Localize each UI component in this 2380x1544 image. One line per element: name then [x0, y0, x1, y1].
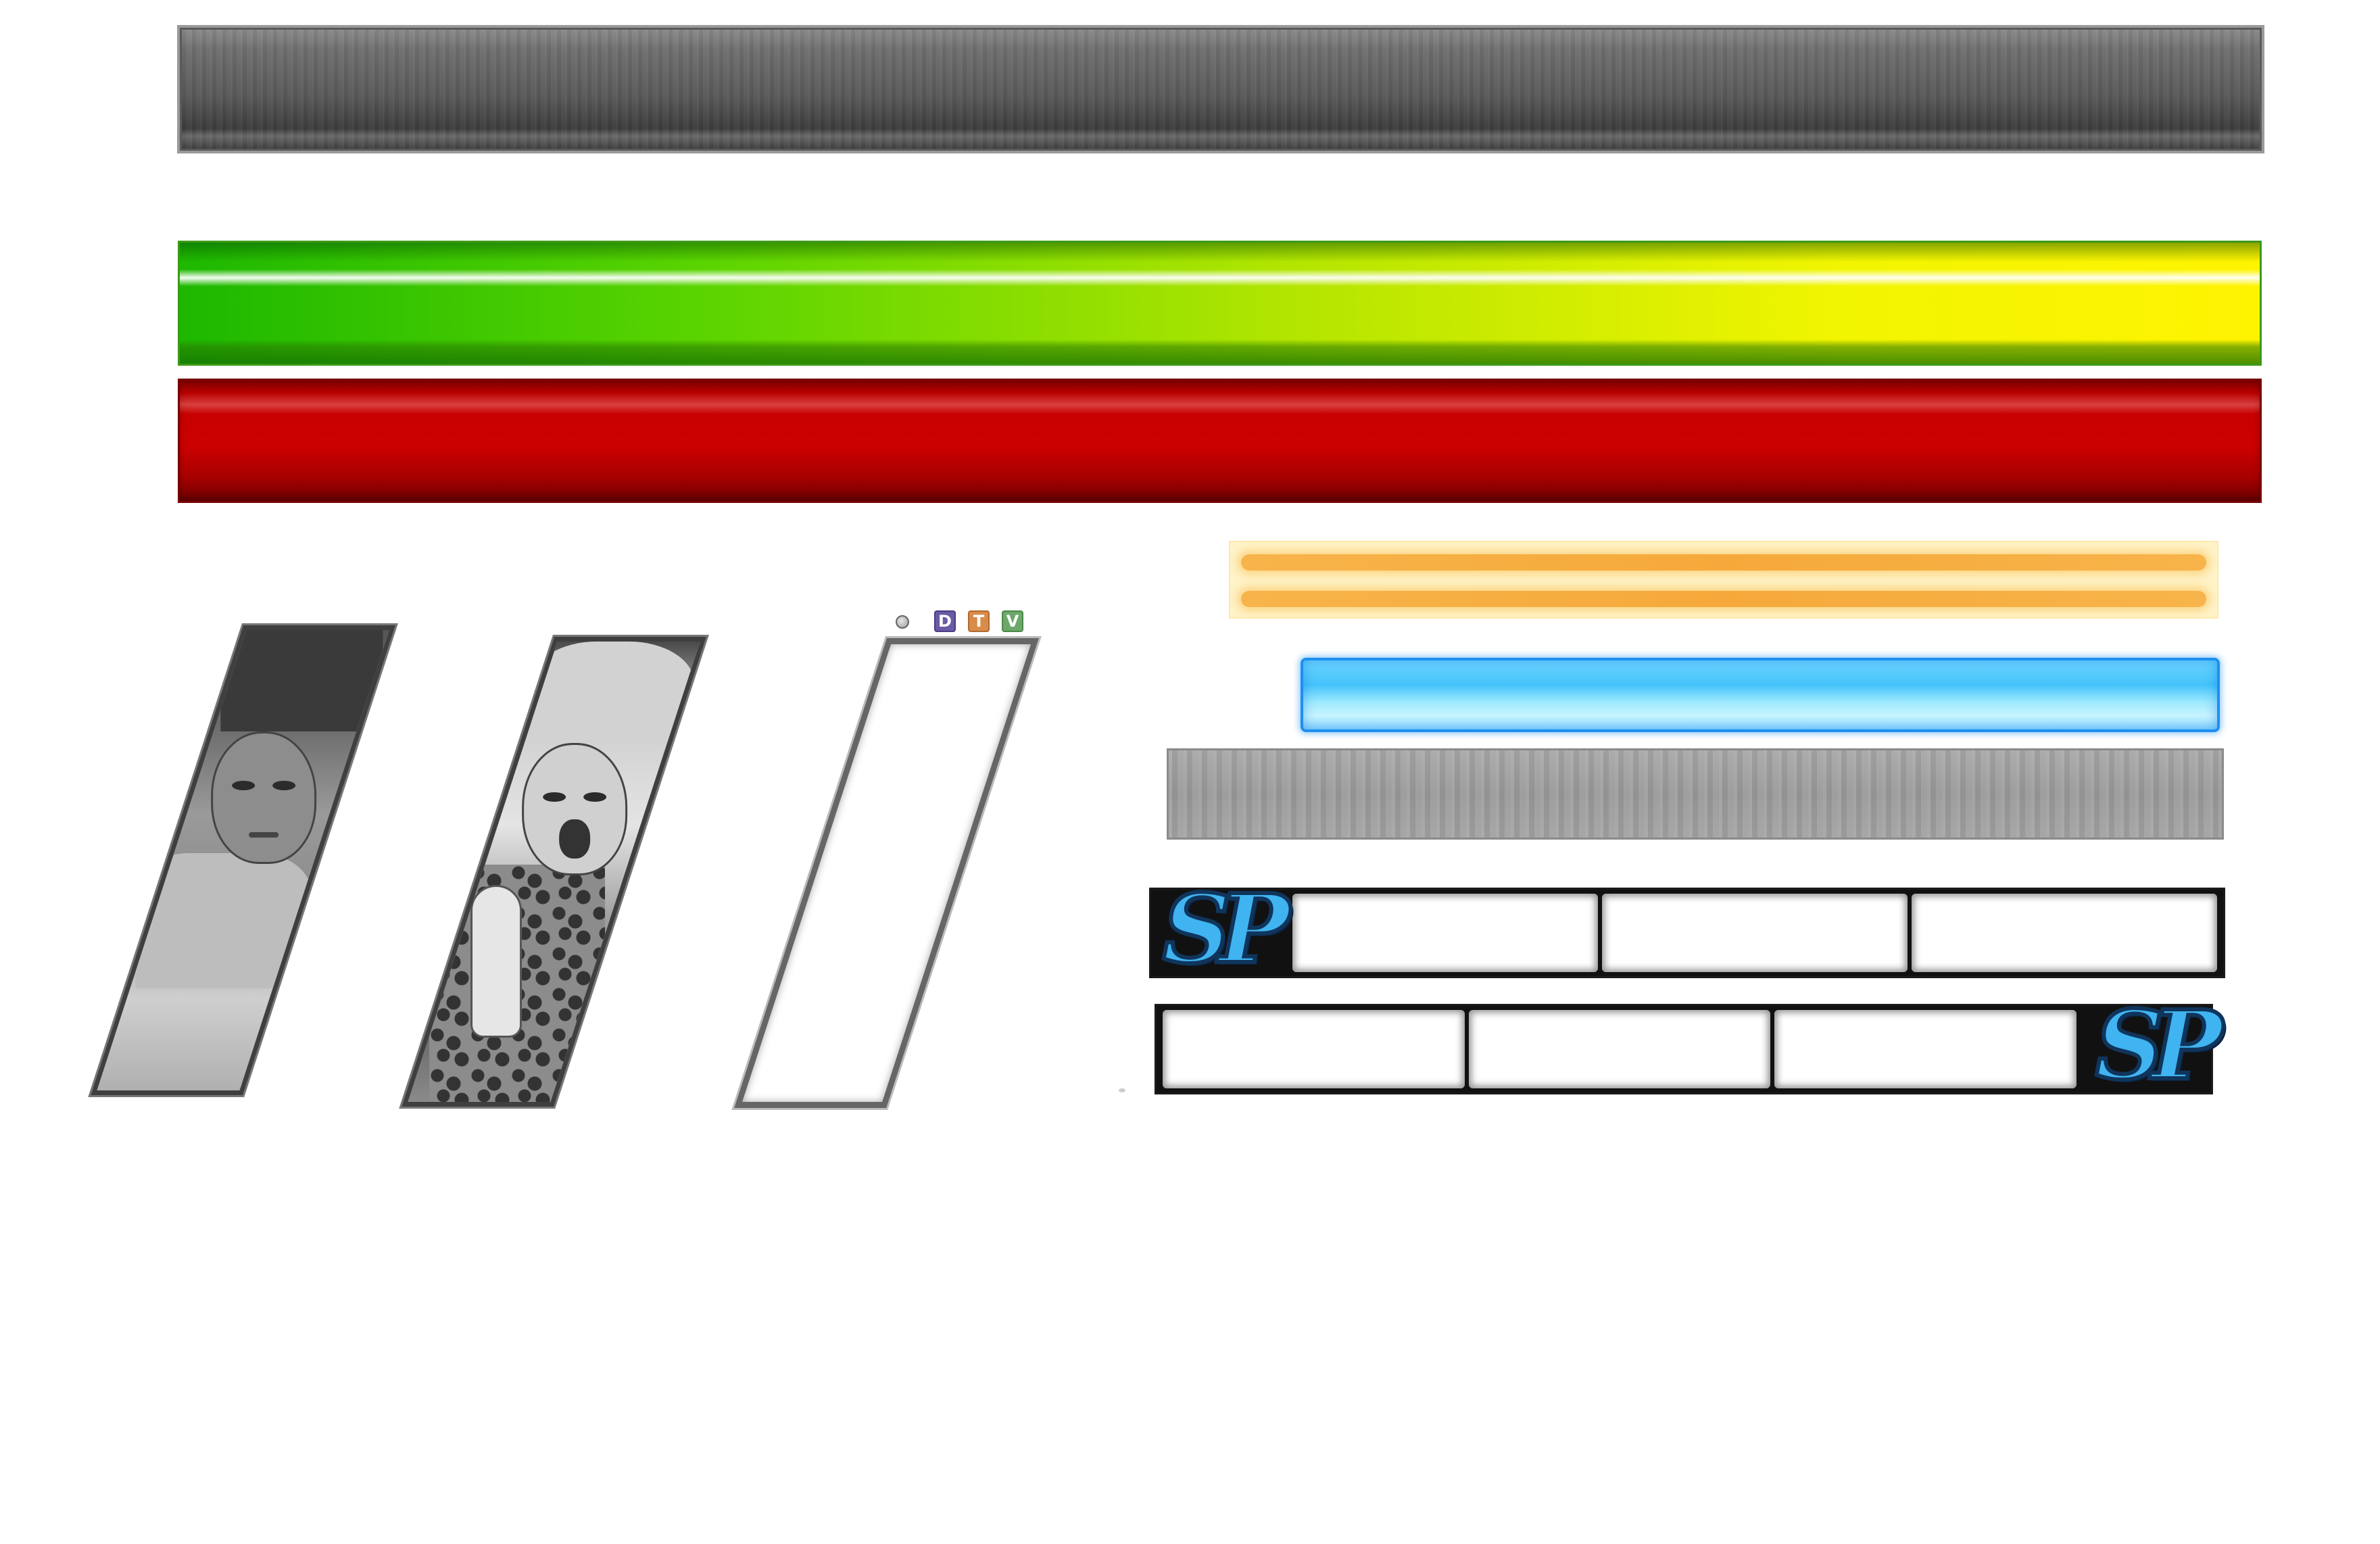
eye-icon	[583, 792, 606, 802]
mouth-icon	[248, 832, 278, 838]
life-bar-frame	[177, 25, 2264, 153]
face-shape	[521, 743, 627, 875]
hair-shape	[531, 642, 694, 743]
female-portrait	[402, 637, 706, 1107]
face-shape	[210, 731, 316, 864]
eye-icon	[542, 792, 566, 802]
empty-portrait-frame	[734, 638, 1039, 1108]
sp-gauge-segment	[1163, 1010, 1465, 1088]
stone-bar-frame	[1167, 748, 2224, 840]
hair-shape	[220, 630, 383, 731]
damage-bar-fill	[178, 379, 2262, 503]
health-bar-fill	[178, 241, 2262, 366]
stray-speck	[1119, 1088, 1125, 1092]
scarf-shape	[135, 853, 312, 988]
power-glow-bar	[1229, 541, 2218, 619]
v-tool-icon[interactable]: V	[1002, 610, 1023, 632]
sp-logo-icon: SP	[2093, 988, 2225, 1103]
eye-icon	[231, 781, 255, 790]
sp-gauge-segment	[1292, 894, 1598, 972]
special-bar-fill	[1301, 658, 2220, 732]
sp-gauge-segment	[1912, 894, 2217, 972]
d-tool-icon[interactable]: D	[934, 610, 956, 632]
glow-stripe-bottom	[1241, 591, 2206, 607]
male-portrait	[91, 625, 395, 1095]
sp-gauge-segment	[1468, 1010, 1771, 1088]
sp-gauge-left	[1149, 888, 2225, 978]
circle-icon[interactable]	[896, 615, 909, 629]
eye-icon	[272, 781, 295, 790]
t-tool-icon[interactable]: T	[968, 610, 990, 632]
sp-logo-icon: SP	[1161, 872, 1292, 987]
mouth-icon	[558, 819, 590, 859]
sp-gauge-segment	[1774, 1010, 2077, 1088]
sp-gauge-segment	[1602, 894, 1908, 972]
sp-gauge-right	[1155, 1004, 2213, 1094]
glow-stripe-top	[1241, 554, 2206, 571]
hand-shape	[470, 885, 523, 1038]
